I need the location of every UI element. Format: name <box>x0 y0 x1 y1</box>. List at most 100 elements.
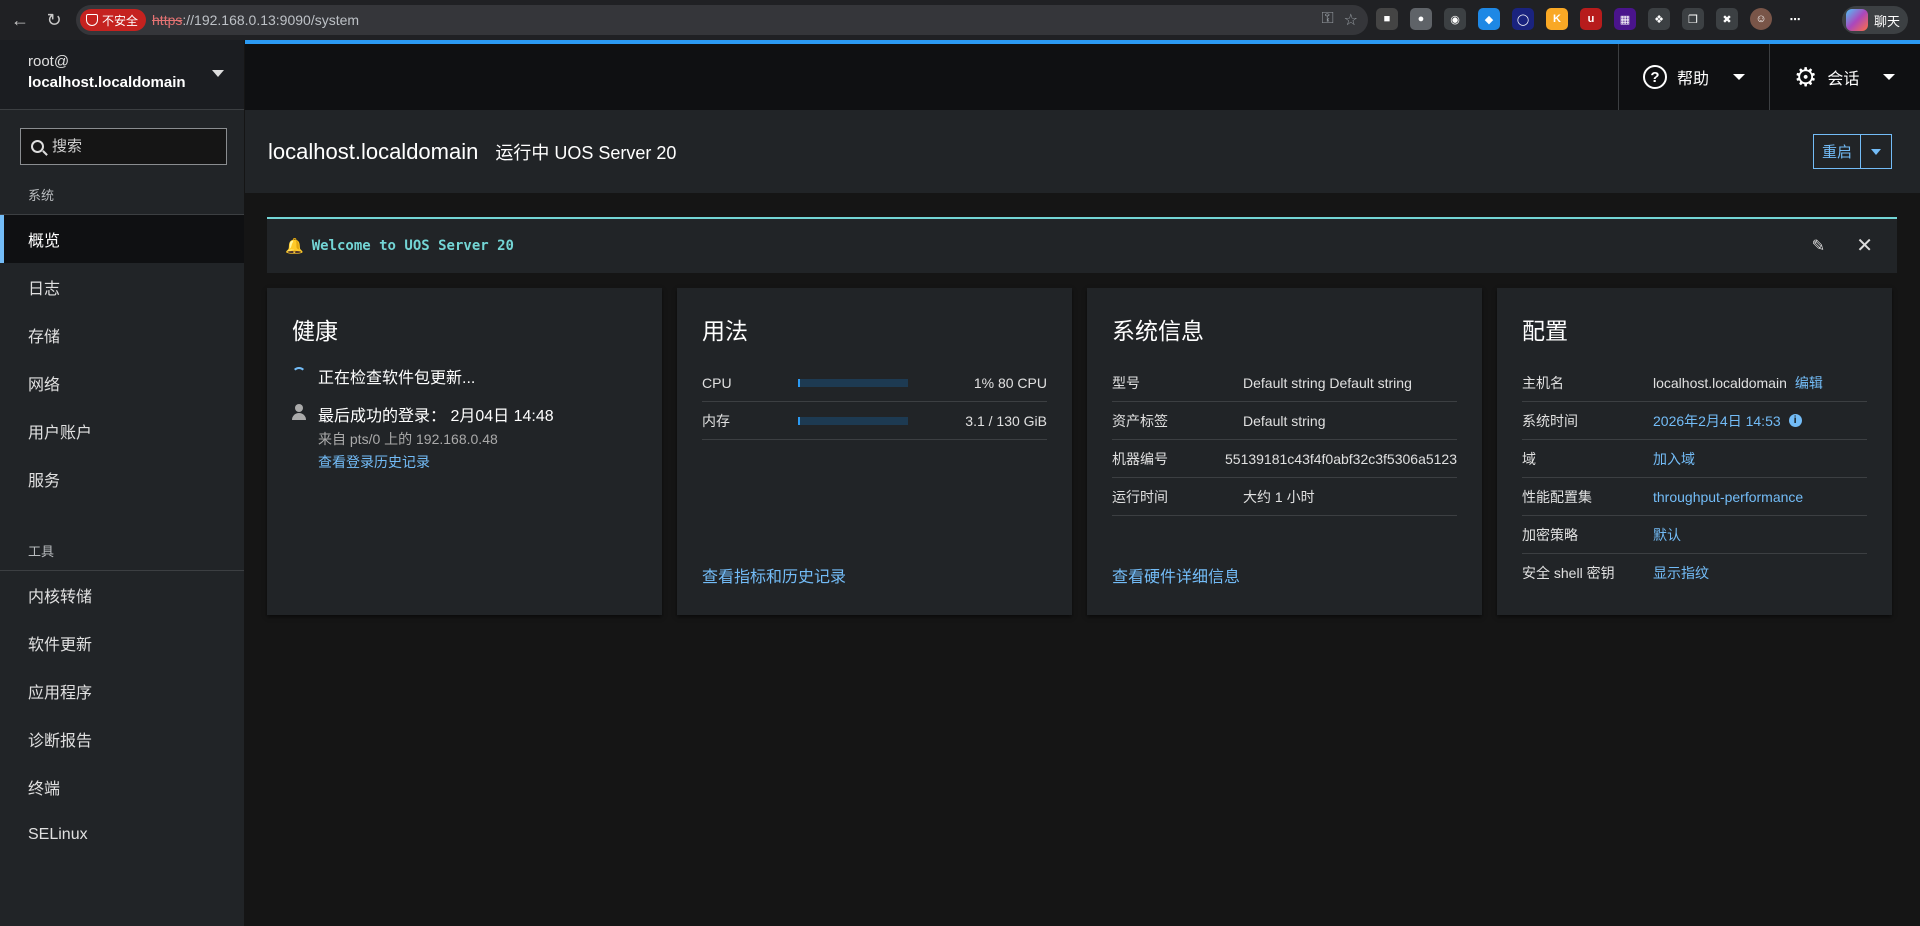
sidebar-item-accounts[interactable]: 用户账户 <box>0 407 244 455</box>
chat-label: 聊天 <box>1873 13 1900 29</box>
join-domain-link[interactable]: 加入域 <box>1653 449 1695 469</box>
sidebar-item-services[interactable]: 服务 <box>0 455 244 503</box>
chat-button[interactable]: 聊天 <box>1841 6 1908 34</box>
host-name: localhost.localdomain <box>28 74 186 91</box>
info-value: Default string Default string <box>1243 374 1412 391</box>
copilot-icon <box>1845 9 1868 31</box>
extension-icon[interactable]: K <box>1546 8 1568 30</box>
main-content: localhost.localdomain 运行中 UOS Server 20 … <box>245 110 1920 926</box>
star-icon[interactable]: ☆ <box>1344 10 1358 30</box>
extension-icon[interactable]: u <box>1580 8 1602 30</box>
url-text[interactable]: https://192.168.0.13:9090/system <box>152 12 359 28</box>
info-label: 型号 <box>1112 374 1140 391</box>
sidebar-item-apps[interactable]: 应用程序 <box>0 667 244 715</box>
page-title: localhost.localdomain <box>268 138 479 164</box>
screenshot-icon[interactable]: ✖ <box>1716 8 1738 30</box>
sidebar-item-logs[interactable]: 日志 <box>0 263 244 311</box>
info-value: Default string <box>1243 412 1326 429</box>
last-login-time: 2月04日 14:48 <box>450 408 554 425</box>
info-label: 运行时间 <box>1112 488 1168 505</box>
extension-icon[interactable]: ◯ <box>1512 8 1534 30</box>
config-row-domain: 域 加入域 <box>1522 440 1867 478</box>
usage-card: 用法 CPU 1% 80 CPU 内存 3.1 / 130 GiB 查看指标和历… <box>677 288 1072 615</box>
login-history-link[interactable]: 查看登录历史记录 <box>318 452 554 472</box>
back-icon[interactable]: ← <box>6 6 34 34</box>
sidebar-item-storage[interactable]: 存储 <box>0 311 244 359</box>
system-status: 运行中 UOS Server 20 <box>495 142 677 163</box>
config-label: 域 <box>1522 450 1536 467</box>
card-title: 健康 <box>292 318 338 344</box>
more-icon[interactable]: ⋯ <box>1784 8 1806 30</box>
sidebar-item-selinux[interactable]: SELinux <box>0 811 244 859</box>
config-label: 加密策略 <box>1522 526 1578 543</box>
extension-icon[interactable]: ◉ <box>1444 8 1466 30</box>
config-label: 系统时间 <box>1522 412 1578 429</box>
info-row: 资产标签 Default string <box>1112 402 1457 440</box>
key-icon[interactable]: ⚿ <box>1321 10 1333 30</box>
host-user: root@ <box>28 53 70 70</box>
close-icon[interactable]: ✕ <box>1856 233 1873 258</box>
help-label: 帮助 <box>1676 71 1709 88</box>
show-fingerprints-link[interactable]: 显示指纹 <box>1653 563 1709 583</box>
performance-profile-link[interactable]: throughput-performance <box>1653 489 1803 505</box>
extension-icon[interactable]: ■ <box>1376 8 1398 30</box>
restart-dropdown-toggle[interactable] <box>1861 135 1891 168</box>
info-row: 运行时间 大约 1 小时 <box>1112 478 1457 516</box>
caret-down-icon <box>212 70 224 77</box>
restart-split-button[interactable]: 重启 <box>1812 134 1892 169</box>
system-info-card: 系统信息 型号 Default string Default string 资产标… <box>1087 288 1482 615</box>
progress-fill <box>798 378 801 387</box>
url-rest: ://192.168.0.13:9090/system <box>182 12 360 28</box>
card-title: 配置 <box>1522 318 1568 344</box>
tab-group-icon[interactable]: ❐ <box>1682 8 1704 30</box>
usage-row-cpu: CPU 1% 80 CPU <box>702 364 1047 402</box>
sidebar-item-overview[interactable]: 概览 <box>0 215 244 263</box>
avatar[interactable]: ☺ <box>1750 8 1772 30</box>
usage-label: 内存 <box>702 412 730 429</box>
info-value: 大约 1 小时 <box>1243 488 1315 505</box>
motd-banner: 🔔 Welcome to UOS Server 20 ✎ ✕ <box>267 217 1897 273</box>
sidebar-item-terminal[interactable]: 终端 <box>0 763 244 811</box>
sidebar-item-diagnostics[interactable]: 诊断报告 <box>0 715 244 763</box>
extension-icon[interactable]: ◆ <box>1478 8 1500 30</box>
reload-icon[interactable]: ↻ <box>40 6 68 34</box>
address-bar[interactable]: 不安全 https://192.168.0.13:9090/system ⚿ ☆ <box>76 5 1368 35</box>
section-title-system: 系统 <box>0 165 244 215</box>
restart-button[interactable]: 重启 <box>1814 135 1861 168</box>
update-check-row: 正在检查软件包更新... <box>292 364 637 388</box>
hardware-details-link[interactable]: 查看硬件详细信息 <box>1112 563 1240 587</box>
progress-fill <box>798 416 801 425</box>
url-scheme: https <box>152 12 183 28</box>
crypto-policy-link[interactable]: 默认 <box>1653 525 1681 545</box>
extension-icon[interactable]: ● <box>1410 8 1432 30</box>
edit-icon[interactable]: ✎ <box>1812 236 1825 256</box>
usage-value: 1% 80 CPU <box>973 374 1047 391</box>
gear-icon: ⚙ <box>1794 62 1818 92</box>
system-time-link[interactable]: 2026年2月4日 14:53 <box>1653 411 1781 431</box>
caret-down-icon <box>1871 148 1881 155</box>
puzzle-icon[interactable]: ❖ <box>1648 8 1670 30</box>
extension-icon[interactable]: ▦ <box>1614 8 1636 30</box>
host-switcher[interactable]: root@ localhost.localdomain <box>0 40 244 110</box>
sidebar: root@ localhost.localdomain 系统 概览 日志 存储 … <box>0 40 245 926</box>
sidebar-item-updates[interactable]: 软件更新 <box>0 619 244 667</box>
config-label: 主机名 <box>1522 374 1564 391</box>
info-label: 资产标签 <box>1112 412 1168 429</box>
info-icon[interactable]: i <box>1788 414 1802 427</box>
search-box[interactable] <box>20 128 227 165</box>
config-row-hostname: 主机名 localhost.localdomain 编辑 <box>1522 364 1867 402</box>
help-menu-button[interactable]: ? 帮助 <box>1617 44 1769 110</box>
config-label: 性能配置集 <box>1522 488 1592 505</box>
caret-down-icon <box>1733 74 1745 80</box>
insecure-badge[interactable]: 不安全 <box>80 9 147 31</box>
usage-value: 3.1 / 130 GiB <box>965 412 1047 429</box>
sidebar-item-network[interactable]: 网络 <box>0 359 244 407</box>
metrics-link[interactable]: 查看指标和历史记录 <box>702 563 846 587</box>
session-menu-button[interactable]: ⚙ 会话 <box>1769 44 1920 110</box>
last-login-row: 最后成功的登录： 2月04日 14:48 来自 pts/0 上的 192.168… <box>292 402 637 472</box>
search-input[interactable] <box>52 138 202 155</box>
info-row: 机器编号 55139181c43f4f0abf32c3f5306a5123 <box>1112 440 1457 478</box>
edit-hostname-link[interactable]: 编辑 <box>1795 373 1823 393</box>
sidebar-item-kdump[interactable]: 内核转储 <box>0 571 244 619</box>
health-card: 健康 正在检查软件包更新... 最后成功的登录： 2月04日 14:48 来自 … <box>267 288 662 615</box>
